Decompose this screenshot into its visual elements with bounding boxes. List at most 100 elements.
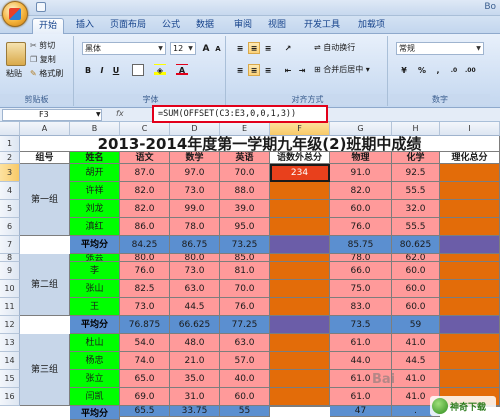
data-cell-d5[interactable]: 99.0 <box>170 200 220 218</box>
data-cell-b5[interactable]: 刘龙 <box>70 200 120 218</box>
decrease-decimal-icon[interactable]: .00 <box>464 64 476 76</box>
formula-input[interactable]: =SUM(OFFSET(C3:E3,0,0,1,3)) <box>152 105 328 123</box>
row-header-1[interactable]: 1 <box>0 136 20 152</box>
data-cell-e5[interactable]: 39.0 <box>220 200 270 218</box>
header-cell-b[interactable]: 姓名 <box>70 152 120 164</box>
cut-button[interactable]: ✂ 剪切 <box>30 40 55 52</box>
data-cell-f16[interactable] <box>270 388 330 406</box>
column-header-d[interactable]: D <box>170 122 220 136</box>
data-cell-g16[interactable]: 61.0 <box>330 388 392 406</box>
data-cell-c6[interactable]: 86.0 <box>120 218 170 236</box>
data-cell-g11[interactable]: 83.0 <box>330 298 392 316</box>
align-top-icon[interactable]: ≡ <box>234 42 246 54</box>
group-name-cell[interactable]: 第二组 <box>20 254 70 316</box>
align-left-icon[interactable]: ≡ <box>234 64 246 76</box>
row-header-7[interactable]: 7 <box>0 236 20 254</box>
tab-view[interactable]: 视图 <box>262 18 292 34</box>
data-cell-d7[interactable]: 86.75 <box>170 236 220 254</box>
data-cell-c3[interactable]: 87.0 <box>120 164 170 182</box>
data-cell-b17[interactable]: 平均分 <box>70 406 120 420</box>
data-cell-i10[interactable] <box>440 280 500 298</box>
row-header-5[interactable]: 5 <box>0 200 20 218</box>
row-header-14[interactable]: 14 <box>0 352 20 370</box>
row-header-3[interactable]: 3 <box>0 164 20 182</box>
align-center-icon[interactable]: ≡ <box>248 64 260 76</box>
data-cell-h3[interactable]: 92.5 <box>392 164 440 182</box>
column-header-b[interactable]: B <box>70 122 120 136</box>
data-cell-f15[interactable] <box>270 370 330 388</box>
data-cell-e13[interactable]: 63.0 <box>220 334 270 352</box>
data-cell-i6[interactable] <box>440 218 500 236</box>
data-cell-d17[interactable]: 33.75 <box>170 406 220 417</box>
data-cell-b7[interactable]: 平均分 <box>70 236 120 254</box>
data-cell-e17[interactable]: 55 <box>220 406 270 417</box>
header-cell-a[interactable]: 组号 <box>20 152 70 164</box>
data-cell-d3[interactable]: 97.0 <box>170 164 220 182</box>
column-header-a[interactable]: A <box>20 122 70 136</box>
header-cell-h[interactable]: 化学 <box>392 152 440 164</box>
merge-center-button[interactable]: ⊞ 合并后居中 ▾ <box>314 64 370 76</box>
chevron-down-icon[interactable]: ▼ <box>96 111 101 118</box>
tab-formulas[interactable]: 公式 <box>156 18 186 34</box>
data-cell-g6[interactable]: 76.0 <box>330 218 392 236</box>
data-cell-h4[interactable]: 55.5 <box>392 182 440 200</box>
data-cell-c8[interactable]: 80.0 <box>120 254 170 262</box>
data-cell-e3[interactable]: 70.0 <box>220 164 270 182</box>
data-cell-d11[interactable]: 44.5 <box>170 298 220 316</box>
data-cell-f6[interactable] <box>270 218 330 236</box>
office-button[interactable] <box>2 1 28 27</box>
data-cell-d10[interactable]: 63.0 <box>170 280 220 298</box>
data-cell-i13[interactable] <box>440 334 500 352</box>
data-cell-b4[interactable]: 许祥 <box>70 182 120 200</box>
save-icon[interactable] <box>36 2 46 12</box>
data-cell-c5[interactable]: 82.0 <box>120 200 170 218</box>
data-cell-g10[interactable]: 75.0 <box>330 280 392 298</box>
paste-button[interactable]: 粘贴 <box>6 68 22 80</box>
data-cell-c9[interactable]: 76.0 <box>120 262 170 280</box>
data-cell-g8[interactable]: 78.0 <box>330 254 392 262</box>
data-cell-g5[interactable]: 60.0 <box>330 200 392 218</box>
comma-icon[interactable]: , <box>432 64 444 76</box>
data-cell-h5[interactable]: 32.0 <box>392 200 440 218</box>
column-header-c[interactable]: C <box>120 122 170 136</box>
data-cell-h9[interactable]: 60.0 <box>392 262 440 280</box>
data-cell-b6[interactable]: 滇红 <box>70 218 120 236</box>
data-cell-b10[interactable]: 张山 <box>70 280 120 298</box>
data-cell-g13[interactable]: 61.0 <box>330 334 392 352</box>
column-header-f[interactable]: F <box>270 122 330 136</box>
border-icon[interactable] <box>132 64 144 76</box>
row-header-12[interactable]: 12 <box>0 316 20 334</box>
tab-developer[interactable]: 开发工具 <box>298 18 346 34</box>
data-cell-b8[interactable]: 张芸 <box>70 254 120 262</box>
header-cell-e[interactable]: 英语 <box>220 152 270 164</box>
row-header-13[interactable]: 13 <box>0 334 20 352</box>
data-cell-i7[interactable] <box>440 236 500 254</box>
column-header-i[interactable]: I <box>440 122 500 136</box>
data-cell-b9[interactable]: 李 <box>70 262 120 280</box>
column-header-h[interactable]: H <box>392 122 440 136</box>
data-cell-e14[interactable]: 57.0 <box>220 352 270 370</box>
data-cell-i4[interactable] <box>440 182 500 200</box>
data-cell-d6[interactable]: 78.0 <box>170 218 220 236</box>
fill-color-icon[interactable]: ◈ <box>154 64 166 76</box>
data-cell-g4[interactable]: 82.0 <box>330 182 392 200</box>
column-header-g[interactable]: G <box>330 122 392 136</box>
data-cell-h6[interactable]: 55.5 <box>392 218 440 236</box>
data-cell-f9[interactable] <box>270 262 330 280</box>
data-cell-c13[interactable]: 54.0 <box>120 334 170 352</box>
row-header-16[interactable]: 16 <box>0 388 20 406</box>
data-cell-f12[interactable] <box>270 316 330 334</box>
currency-icon[interactable]: ¥ <box>396 64 412 76</box>
data-cell-h7[interactable]: 80.625 <box>392 236 440 254</box>
grow-font-icon[interactable]: A <box>200 42 212 54</box>
select-all-corner[interactable] <box>0 122 20 136</box>
row-header-15[interactable]: 15 <box>0 370 20 388</box>
decrease-indent-icon[interactable]: ⇤ <box>282 64 294 76</box>
font-color-icon[interactable]: A <box>176 64 188 76</box>
align-right-icon[interactable]: ≡ <box>262 64 274 76</box>
header-cell-c[interactable]: 语文 <box>120 152 170 164</box>
percent-icon[interactable]: % <box>416 64 428 76</box>
data-cell-c11[interactable]: 73.0 <box>120 298 170 316</box>
data-cell-c16[interactable]: 69.0 <box>120 388 170 406</box>
data-cell-f8[interactable] <box>270 254 330 262</box>
